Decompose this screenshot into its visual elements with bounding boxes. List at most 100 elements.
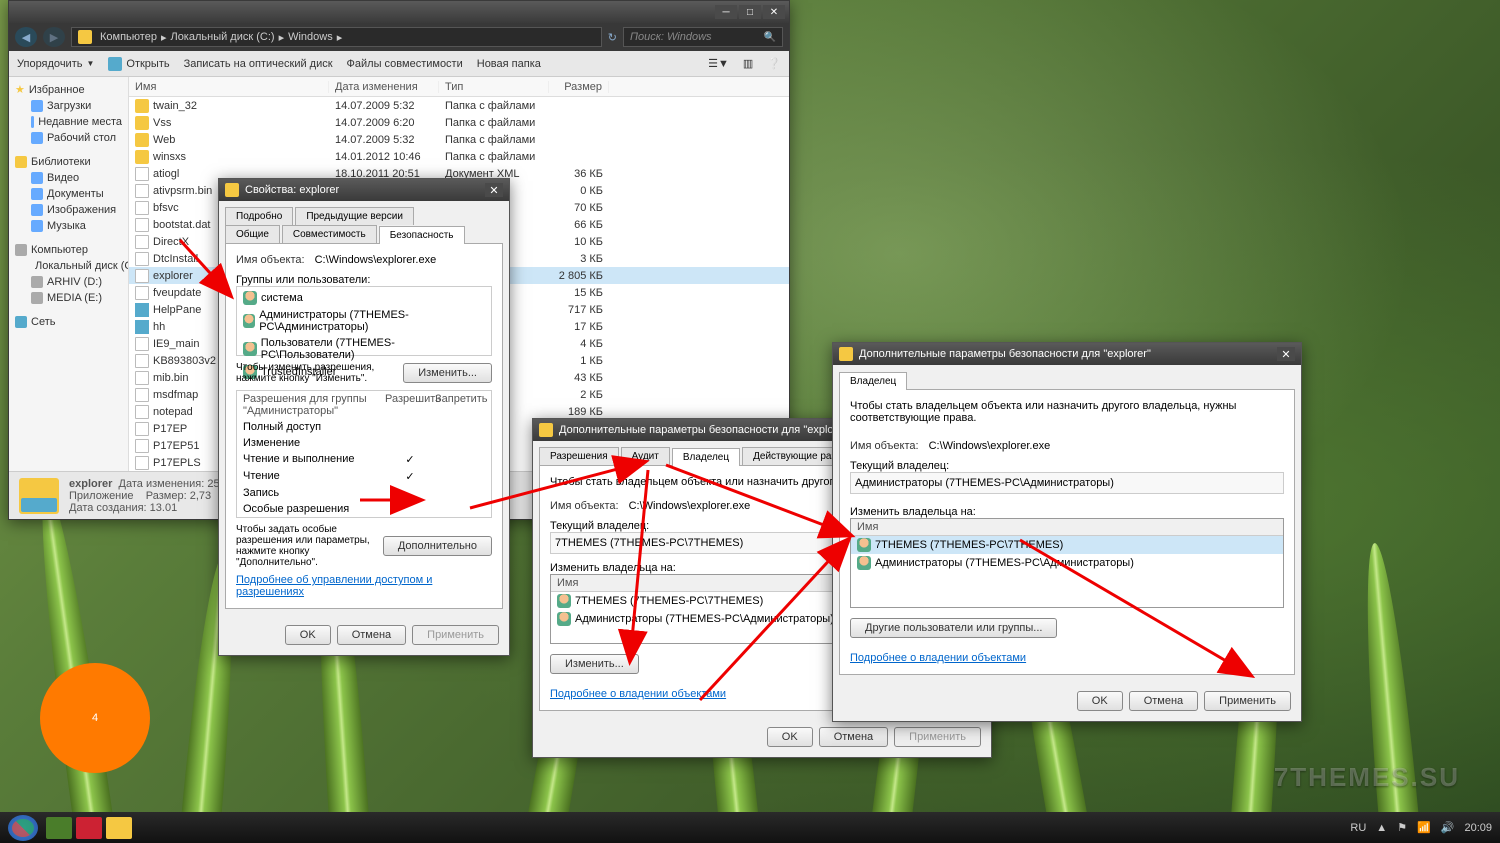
tab-body: Имя объекта:C:\Windows\explorer.exe Груп… [225, 244, 503, 609]
ok-button[interactable]: OK [767, 727, 813, 747]
properties-dialog: Свойства: explorer ✕ Подробно Предыдущие… [218, 178, 510, 656]
dialog-titlebar[interactable]: Свойства: explorer ✕ [219, 179, 509, 201]
toolbar: Упорядочить▼ Открыть Записать на оптичес… [9, 51, 789, 77]
tab-prev[interactable]: Предыдущие версии [295, 207, 414, 225]
close-button[interactable]: ✕ [1277, 347, 1295, 361]
forward-button[interactable]: ▶ [43, 27, 65, 47]
sidebar-item[interactable]: ARHIV (D:) [15, 274, 122, 290]
sidebar-item[interactable]: Рабочий стол [15, 130, 122, 146]
compat-button[interactable]: Файлы совместимости [347, 58, 463, 70]
sidebar-item[interactable]: Недавние места [15, 114, 122, 130]
file-row[interactable]: Vss14.07.2009 6:20Папка с файлами [129, 114, 789, 131]
titlebar[interactable]: ─ □ ✕ [9, 1, 789, 23]
permission-row: Особые разрешения [237, 501, 491, 517]
tab-detail[interactable]: Подробно [225, 207, 293, 225]
close-button[interactable]: ✕ [763, 5, 785, 19]
sidebar-item[interactable]: Документы [15, 186, 122, 202]
preview-pane-button[interactable]: ▥ [743, 57, 753, 70]
column-headers[interactable]: Имя Дата изменения Тип Размер [129, 77, 789, 97]
cancel-button[interactable]: Отмена [819, 727, 888, 747]
maximize-button[interactable]: □ [739, 5, 761, 19]
owner-item[interactable]: Администраторы (7THEMES-PC\Администратор… [851, 554, 1283, 572]
folder-icon [839, 347, 853, 361]
tab-body: Чтобы стать владельцем объекта или назна… [839, 389, 1295, 675]
back-button[interactable]: ◀ [15, 27, 37, 47]
folder-icon [539, 423, 553, 437]
ok-button[interactable]: OK [1077, 691, 1123, 711]
newfolder-button[interactable]: Новая папка [477, 58, 541, 70]
volume-icon[interactable]: 🔊 [1441, 821, 1455, 834]
permission-row: Изменение [237, 435, 491, 451]
tab-audit[interactable]: Аудит [621, 447, 670, 465]
view-menu[interactable]: ☰▼ [708, 57, 729, 70]
tab-compat[interactable]: Совместимость [282, 225, 377, 243]
advanced-button[interactable]: Дополнительно [383, 536, 492, 556]
group-item[interactable]: Администраторы (7THEMES-PC\Администратор… [239, 307, 489, 335]
taskbar-app[interactable] [46, 817, 72, 839]
group-item[interactable]: система [239, 289, 489, 307]
sidebar: ★Избранное Загрузки Недавние места Рабоч… [9, 77, 129, 471]
apply-button[interactable]: Применить [412, 625, 499, 645]
taskbar-app[interactable] [106, 817, 132, 839]
ok-button[interactable]: OK [285, 625, 331, 645]
cancel-button[interactable]: Отмена [337, 625, 406, 645]
breadcrumb-part[interactable]: Компьютер [100, 31, 157, 43]
breadcrumb-part[interactable]: Локальный диск (C:) [170, 31, 274, 43]
network-icon[interactable]: 📶 [1417, 821, 1431, 834]
start-button[interactable] [8, 815, 38, 841]
sidebar-item[interactable]: Музыка [15, 218, 122, 234]
breadcrumb-part[interactable]: Windows [288, 31, 333, 43]
minimize-button[interactable]: ─ [715, 5, 737, 19]
apply-button[interactable]: Применить [894, 727, 981, 747]
nav-bar: ◀ ▶ Компьютер▸ Локальный диск (C:)▸ Wind… [9, 23, 789, 51]
breadcrumb[interactable]: Компьютер▸ Локальный диск (C:)▸ Windows▸ [71, 27, 602, 47]
step-badge: 4 [40, 663, 150, 773]
other-users-button[interactable]: Другие пользователи или группы... [850, 618, 1057, 638]
action-center-icon[interactable]: ⚑ [1397, 821, 1407, 834]
close-button[interactable]: ✕ [485, 183, 503, 197]
computer-header[interactable]: Компьютер [15, 244, 122, 256]
tray-up-icon[interactable]: ▲ [1376, 822, 1387, 834]
help-button[interactable]: ❔ [767, 57, 781, 70]
tab-security[interactable]: Безопасность [379, 226, 465, 244]
burn-button[interactable]: Записать на оптический диск [184, 58, 333, 70]
group-item[interactable]: Пользователи (7THEMES-PC\Пользователи) [239, 335, 489, 363]
sidebar-item[interactable]: MEDIA (E:) [15, 290, 122, 306]
tab-owner[interactable]: Владелец [839, 372, 907, 390]
edit-button[interactable]: Изменить... [550, 654, 639, 674]
tab-general[interactable]: Общие [225, 225, 280, 243]
open-button[interactable]: Открыть [108, 57, 169, 71]
groups-list[interactable]: система Администраторы (7THEMES-PC\Админ… [236, 286, 492, 356]
network-header[interactable]: Сеть [15, 316, 122, 328]
edit-button[interactable]: Изменить... [403, 363, 492, 383]
apply-button[interactable]: Применить [1204, 691, 1291, 711]
permission-row: Чтение✓ [237, 468, 491, 485]
dialog-titlebar[interactable]: Дополнительные параметры безопасности дл… [833, 343, 1301, 365]
system-tray[interactable]: RU ▲ ⚑ 📶 🔊 20:09 [1350, 821, 1492, 834]
organize-menu[interactable]: Упорядочить▼ [17, 58, 94, 70]
sidebar-item[interactable]: Загрузки [15, 98, 122, 114]
libraries-header[interactable]: Библиотеки [15, 156, 122, 168]
search-input[interactable]: Поиск: Windows [623, 27, 783, 47]
cancel-button[interactable]: Отмена [1129, 691, 1198, 711]
owner-list[interactable]: Имя 7THEMES (7THEMES-PC\7THEMES) Админис… [850, 518, 1284, 608]
tab-owner[interactable]: Владелец [672, 448, 740, 466]
taskbar: RU ▲ ⚑ 📶 🔊 20:09 [0, 812, 1500, 843]
change-hint: Чтобы изменить разрешения, нажмите кнопк… [236, 362, 403, 384]
sidebar-item[interactable]: Изображения [15, 202, 122, 218]
watermark: 7THEMES.SU [1274, 762, 1460, 793]
help-link[interactable]: Подробнее об управлении доступом и разре… [236, 574, 492, 598]
clock[interactable]: 20:09 [1464, 822, 1492, 834]
sidebar-item[interactable]: Локальный диск (C:) [15, 258, 122, 274]
favorites-header[interactable]: ★Избранное [15, 83, 122, 96]
help-link[interactable]: Подробнее о владении объектами [850, 652, 1284, 664]
file-row[interactable]: twain_3214.07.2009 5:32Папка с файлами [129, 97, 789, 114]
taskbar-app[interactable] [76, 817, 102, 839]
sidebar-item[interactable]: Видео [15, 170, 122, 186]
tab-permissions[interactable]: Разрешения [539, 447, 619, 465]
language-indicator[interactable]: RU [1350, 822, 1366, 834]
owner-item[interactable]: 7THEMES (7THEMES-PC\7THEMES) [851, 536, 1283, 554]
file-row[interactable]: winsxs14.01.2012 10:46Папка с файлами [129, 148, 789, 165]
file-row[interactable]: Web14.07.2009 5:32Папка с файлами [129, 131, 789, 148]
advanced-hint: Чтобы задать особые разрешения или парам… [236, 524, 383, 568]
